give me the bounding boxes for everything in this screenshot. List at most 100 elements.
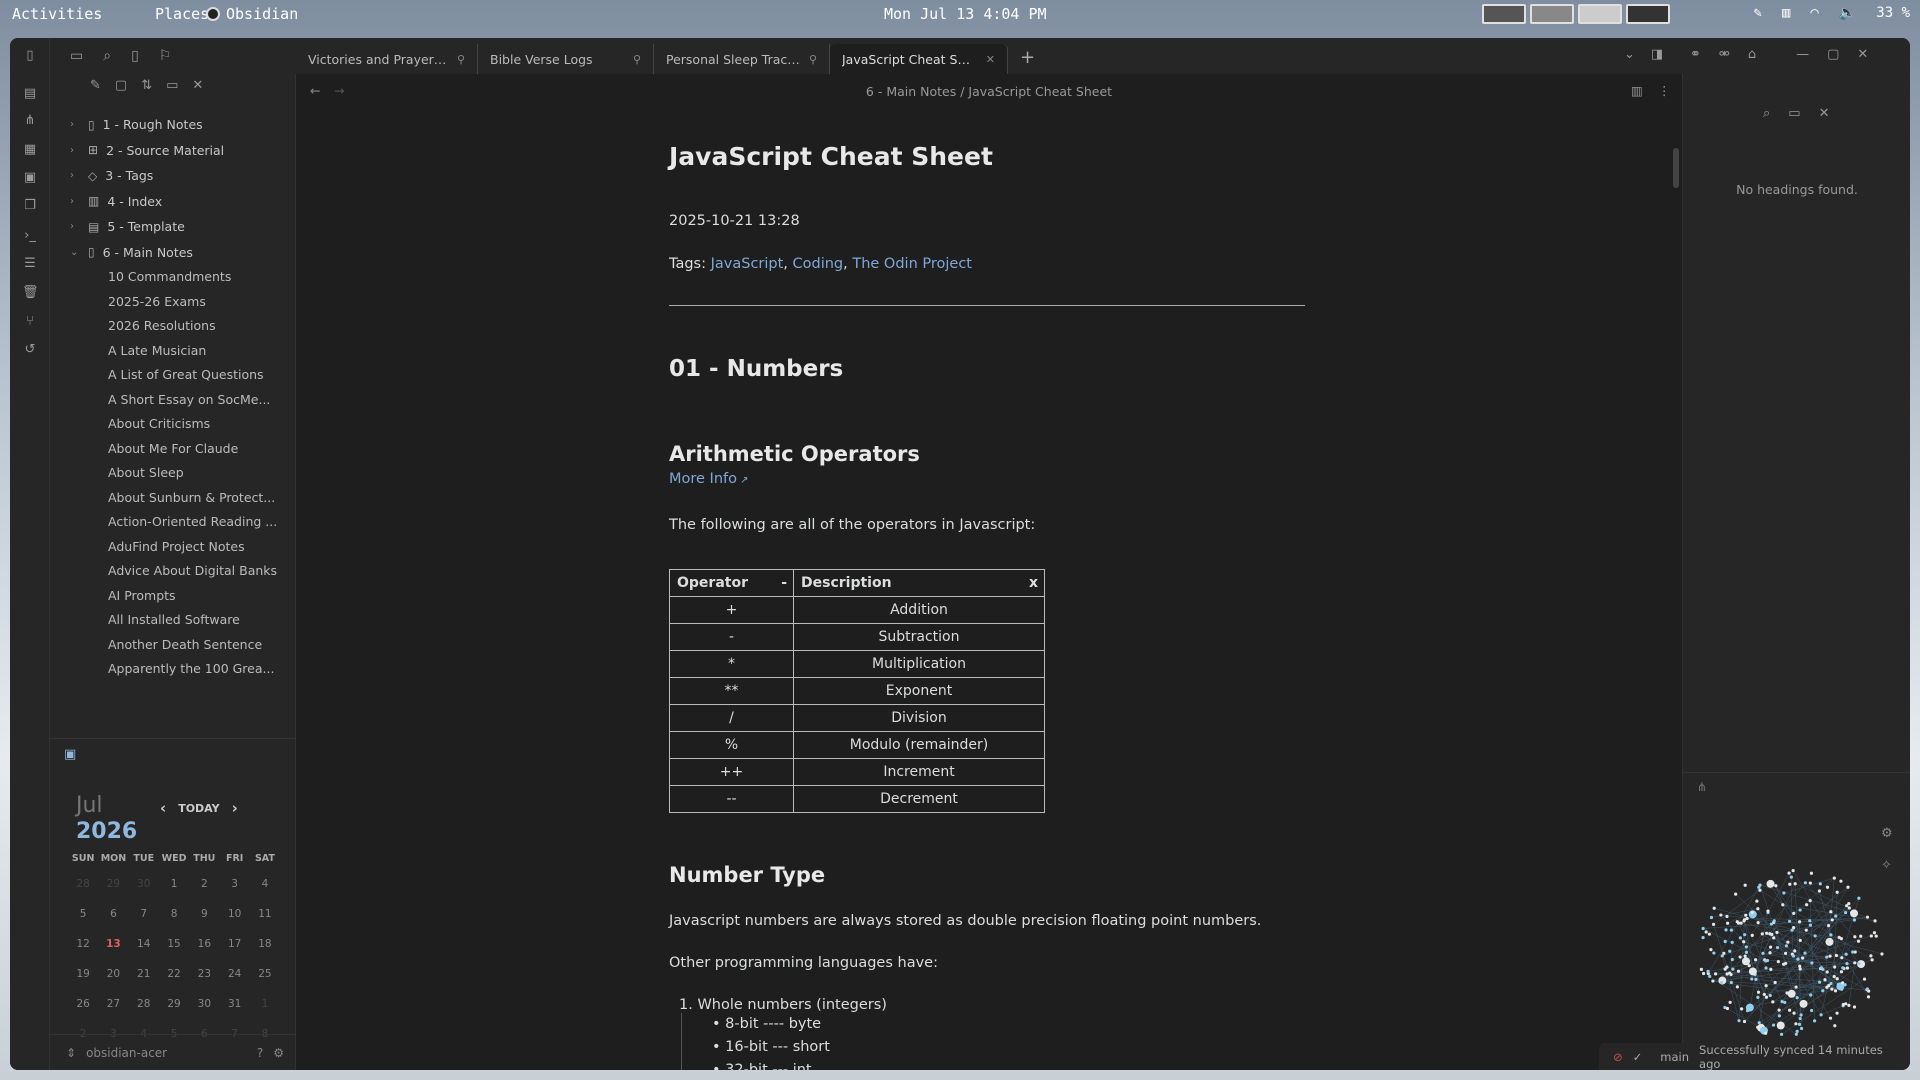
calendar-day[interactable]: 20 <box>98 968 128 980</box>
table-cell[interactable]: - <box>669 623 794 651</box>
page-icon[interactable]: ▯ <box>131 48 139 64</box>
table-cell[interactable]: Addition <box>793 596 1045 624</box>
calendar-day[interactable]: 15 <box>159 938 189 950</box>
calendar-day[interactable]: 23 <box>189 968 219 980</box>
calendar-day[interactable]: 11 <box>250 908 280 920</box>
calendar-day[interactable]: 8 <box>159 908 189 920</box>
note-item[interactable]: 10 Commandments <box>50 265 286 290</box>
collapse-icon[interactable]: ▭ <box>1788 106 1800 121</box>
table-cell[interactable]: + <box>669 596 794 624</box>
graph-icon[interactable]: ⋔ <box>1697 780 1707 794</box>
calendar-icon[interactable]: ▣ <box>22 170 38 186</box>
canvas-icon[interactable]: ▦ <box>22 142 38 158</box>
calendar-day[interactable]: 10 <box>219 908 249 920</box>
note-item[interactable]: 2025-26 Exams <box>50 290 286 315</box>
trash-icon[interactable]: 🗑 <box>22 285 39 301</box>
calendar-day[interactable]: 18 <box>250 938 280 950</box>
settings-icon[interactable]: ⚙ <box>273 1046 284 1060</box>
sync-status[interactable]: Successfully synced 14 minutes ago <box>1699 1043 1900 1071</box>
calendar-day[interactable]: 19 <box>68 968 98 980</box>
note-item[interactable]: A Short Essay on SocMe... <box>50 388 286 413</box>
calendar-day[interactable]: 16 <box>189 938 219 950</box>
vault-switcher[interactable]: ⇕ obsidian-acer ? ⚙ <box>50 1034 296 1070</box>
workspace-2[interactable] <box>1530 4 1574 24</box>
close-icon[interactable]: ✕ <box>1819 106 1830 121</box>
graph-icon[interactable]: ⋔ <box>22 113 38 129</box>
new-note-icon[interactable]: ✎ <box>90 78 101 93</box>
copy-icon[interactable]: ❐ <box>22 198 38 214</box>
calendar-day[interactable]: 29 <box>159 998 189 1010</box>
more-info-link[interactable]: More Info ↗ <box>669 471 749 487</box>
terminal-icon[interactable]: ›_ <box>22 228 38 244</box>
activities-button[interactable]: Activities <box>12 5 102 23</box>
folder-item[interactable]: › ▥ 4 - Index <box>50 189 296 215</box>
table-cell[interactable]: ++ <box>669 758 794 786</box>
right-sidebar-toggle-icon[interactable]: ◨ <box>1651 47 1663 62</box>
next-month-icon[interactable]: › <box>232 799 238 817</box>
calendar-day[interactable]: 28 <box>68 878 98 890</box>
calendar-day[interactable]: 29 <box>98 878 128 890</box>
today-button[interactable]: TODAY <box>178 802 219 815</box>
tag-link[interactable]: Coding <box>793 256 844 272</box>
table-cell[interactable]: / <box>669 704 794 732</box>
search-icon[interactable]: ⌕ <box>1763 106 1770 121</box>
calendar-day[interactable]: 9 <box>189 908 219 920</box>
note-item[interactable]: Action-Oriented Reading ... <box>50 510 286 535</box>
folder-item[interactable]: › ◇ 3 - Tags <box>50 163 296 189</box>
calendar-day[interactable]: 13 <box>98 938 128 950</box>
close-icon[interactable]: ✕ <box>192 78 203 93</box>
table-cell[interactable]: -- <box>669 785 794 813</box>
close-window-icon[interactable]: ✕ <box>1857 47 1868 62</box>
calendar-day[interactable]: 30 <box>129 878 159 890</box>
note-item[interactable]: About Sunburn & Protect... <box>50 486 286 511</box>
calendar-day[interactable]: 6 <box>98 908 128 920</box>
more-options-icon[interactable]: ⋮ <box>1658 83 1671 98</box>
calendar-day[interactable]: 22 <box>159 968 189 980</box>
calendar-icon[interactable]: ▣ <box>64 747 76 762</box>
tab[interactable]: JavaScript Cheat Sheet ✕ <box>830 44 1008 74</box>
calendar-day[interactable]: 27 <box>98 998 128 1010</box>
tab[interactable]: Personal Sleep Tracking ⚲ <box>654 44 830 74</box>
table-header[interactable]: Operator - <box>669 569 794 597</box>
new-folder-icon[interactable]: ▢ <box>115 78 127 93</box>
new-note-icon[interactable]: ▤ <box>22 86 38 102</box>
places-menu[interactable]: Places <box>155 5 209 23</box>
table-cell[interactable]: Multiplication <box>793 650 1045 678</box>
note-item[interactable]: About Criticisms <box>50 412 286 437</box>
clock[interactable]: Mon Jul 13 4:04 PM <box>884 5 1047 23</box>
new-tab-button[interactable]: + <box>1008 44 1047 74</box>
calendar-day[interactable]: 31 <box>219 998 249 1010</box>
workspace-1[interactable] <box>1482 4 1526 24</box>
note-item[interactable]: A List of Great Questions <box>50 363 286 388</box>
calendar-day[interactable]: 12 <box>68 938 98 950</box>
close-tab-icon[interactable]: ✕ <box>986 53 995 66</box>
table-cell[interactable]: * <box>669 650 794 678</box>
collapse-icon[interactable]: ▭ <box>166 78 178 93</box>
note-item[interactable]: All Installed Software <box>50 608 286 633</box>
table-cell[interactable]: % <box>669 731 794 759</box>
note-item[interactable]: AduFind Project Notes <box>50 535 286 560</box>
git-branch[interactable]: main <box>1660 1050 1689 1064</box>
reading-mode-icon[interactable]: ▥ <box>1631 83 1643 98</box>
maximize-icon[interactable]: ▢ <box>1827 47 1839 62</box>
table-cell[interactable]: Division <box>793 704 1045 732</box>
layout-icon[interactable]: ▥ <box>1782 5 1790 21</box>
table-cell[interactable]: Modulo (remainder) <box>793 731 1045 759</box>
note-item[interactable]: A Late Musician <box>50 339 286 364</box>
search-icon[interactable]: ⌕ <box>103 48 111 64</box>
tag-link[interactable]: The Odin Project <box>852 256 972 272</box>
calendar-day[interactable]: 21 <box>129 968 159 980</box>
note-item[interactable]: 2026 Resolutions <box>50 314 286 339</box>
folder-item[interactable]: › ▯ 1 - Rough Notes <box>50 112 296 138</box>
folder-item[interactable]: ⌄ ▯ 6 - Main Notes <box>50 240 296 266</box>
scrollbar[interactable] <box>1673 148 1679 188</box>
calendar-day[interactable]: 1 <box>250 998 280 1010</box>
tag-icon[interactable]: ⌂ <box>1748 47 1756 62</box>
system-tray[interactable]: ✎ ▥ ◠ 🔈 33 % <box>1754 5 1910 21</box>
link-icon[interactable]: ⚭ <box>1690 47 1701 62</box>
breadcrumb[interactable]: 6 - Main Notes / JavaScript Cheat Sheet <box>296 84 1682 99</box>
help-icon[interactable]: ? <box>257 1046 263 1060</box>
table-header[interactable]: Description x <box>793 569 1045 597</box>
note-item[interactable]: AI Prompts <box>50 584 286 609</box>
table-cell[interactable]: Decrement <box>793 785 1045 813</box>
